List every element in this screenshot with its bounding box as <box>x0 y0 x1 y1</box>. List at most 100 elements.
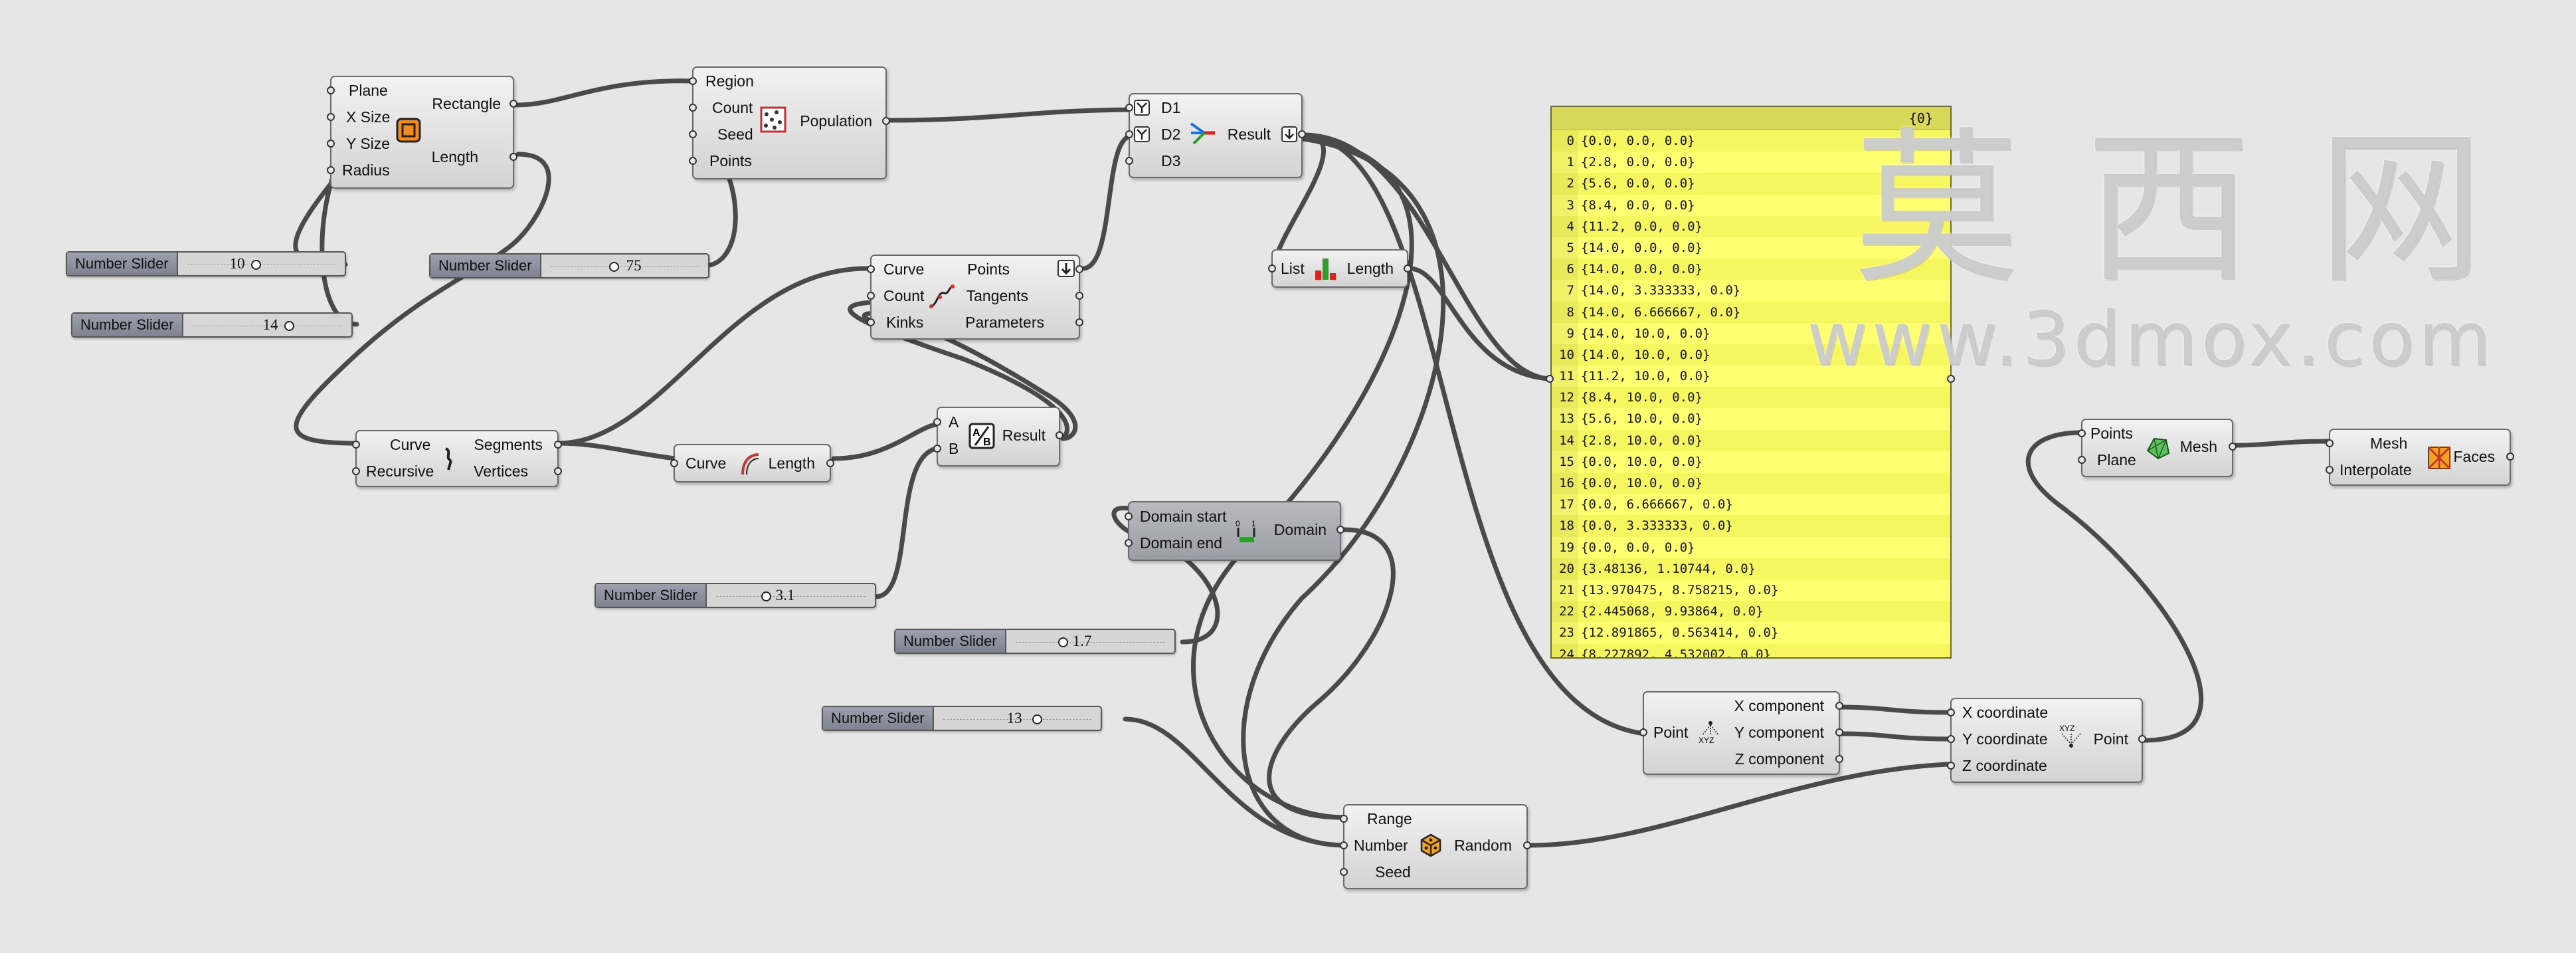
slider-track[interactable]: 1.7 <box>1006 630 1174 653</box>
output-segments[interactable]: Segments <box>474 436 543 453</box>
output-faces[interactable]: Faces <box>2453 448 2495 465</box>
input-grip[interactable] <box>933 418 941 426</box>
output-grip[interactable] <box>509 153 517 161</box>
input-region[interactable]: Region <box>705 72 754 90</box>
input-domain-end[interactable]: Domain end <box>1140 534 1222 552</box>
input-mesh[interactable]: Mesh <box>2370 435 2407 452</box>
input-grip[interactable] <box>1340 815 1348 823</box>
list-length-component[interactable]: List Length <box>1268 249 1412 288</box>
output-population[interactable]: Population <box>800 112 872 130</box>
input-grip[interactable] <box>1268 265 1276 272</box>
output-vertices[interactable]: Vertices <box>474 463 528 480</box>
populate-2d-component[interactable]: Region Count Seed Points Population <box>689 66 890 179</box>
output-grip[interactable] <box>2138 735 2146 743</box>
input-curve[interactable]: Curve <box>390 436 430 453</box>
output-grip[interactable] <box>1298 130 1306 138</box>
input-kinks[interactable]: Kinks <box>886 314 923 331</box>
slider-knob[interactable] <box>608 262 619 272</box>
slider-knob[interactable] <box>284 321 294 331</box>
construct-point-component[interactable]: X coordinate Y coordinate Z coordinate P… <box>1947 698 2146 783</box>
output-grip[interactable] <box>882 117 890 125</box>
panel-output-grip[interactable] <box>1947 375 1955 383</box>
output-parameters[interactable]: Parameters <box>965 314 1044 331</box>
face-boundaries-component[interactable]: Mesh Interpolate Faces <box>2326 429 2514 486</box>
slider-knob[interactable] <box>1058 637 1068 647</box>
output-grip[interactable] <box>1075 292 1083 300</box>
input-seed[interactable]: Seed <box>717 126 753 143</box>
delaunay-mesh-component[interactable]: Points Plane Mesh <box>2078 419 2237 477</box>
input-grip[interactable] <box>1947 762 1955 770</box>
input-d1[interactable]: D1 <box>1161 99 1180 116</box>
input-interpolate[interactable]: Interpolate <box>2340 461 2412 478</box>
output-result[interactable]: Result <box>1002 427 1046 444</box>
input-grip[interactable] <box>689 157 697 165</box>
input-x-size[interactable]: X Size <box>346 108 390 126</box>
input-plane[interactable]: Plane <box>2097 451 2136 469</box>
input-recursive[interactable]: Recursive <box>366 463 434 480</box>
input-grip[interactable] <box>1639 728 1647 736</box>
input-grip[interactable] <box>689 77 697 85</box>
slider-track[interactable]: 3.1 <box>707 584 875 607</box>
output-points[interactable]: Points <box>967 261 1010 278</box>
number-slider[interactable]: Number Slider 14 <box>71 312 353 338</box>
input-grip[interactable] <box>2078 456 2086 464</box>
output-domain[interactable]: Domain <box>1274 521 1327 538</box>
input-grip[interactable] <box>1125 130 1133 138</box>
output-x-component[interactable]: X component <box>1734 697 1824 714</box>
input-radius[interactable]: Radius <box>342 161 390 179</box>
input-grip[interactable] <box>352 441 360 449</box>
divide-curve-component[interactable]: Curve Count Kinks Points Tangents Parame… <box>867 255 1083 340</box>
output-grip[interactable] <box>2229 443 2237 451</box>
input-grip[interactable] <box>1125 104 1133 112</box>
input-grip[interactable] <box>327 113 335 121</box>
input-d2[interactable]: D2 <box>1161 126 1180 143</box>
output-tangents[interactable]: Tangents <box>966 287 1028 304</box>
panel-input-grip[interactable] <box>1546 375 1554 383</box>
input-grip[interactable] <box>867 265 875 273</box>
input-a[interactable]: A <box>949 413 959 431</box>
input-grip[interactable] <box>689 104 697 112</box>
input-d3[interactable]: D3 <box>1161 152 1180 169</box>
output-mesh[interactable]: Mesh <box>2180 438 2217 455</box>
slider-knob[interactable] <box>250 260 261 270</box>
slider-knob[interactable] <box>1032 714 1042 724</box>
output-grip[interactable] <box>1404 265 1412 272</box>
slider-knob[interactable] <box>761 591 771 601</box>
slider-track[interactable]: 10 <box>178 253 345 275</box>
slider-track[interactable]: 13 <box>934 707 1101 730</box>
construct-domain-component[interactable]: Domain start Domain end Domain 0 1 <box>1125 501 1344 561</box>
input-z-coordinate[interactable]: Z coordinate <box>1962 757 2047 774</box>
input-list[interactable]: List <box>1281 260 1305 277</box>
input-x-coordinate[interactable]: X coordinate <box>1962 704 2048 721</box>
input-count[interactable]: Count <box>712 99 753 116</box>
input-grip[interactable] <box>2326 439 2334 447</box>
slider-track[interactable]: 75 <box>541 255 708 277</box>
output-point[interactable]: Point <box>2094 730 2128 748</box>
slider-track[interactable]: 14 <box>183 314 351 336</box>
input-grip[interactable] <box>327 140 335 148</box>
input-number[interactable]: Number <box>1354 837 1408 854</box>
output-grip[interactable] <box>1523 841 1531 849</box>
input-grip[interactable] <box>1125 512 1133 520</box>
input-grip[interactable] <box>689 130 697 138</box>
output-grip[interactable] <box>2506 453 2514 461</box>
output-grip[interactable] <box>1835 755 1843 763</box>
input-grip[interactable] <box>327 166 335 174</box>
input-grip[interactable] <box>1125 157 1133 165</box>
output-grip[interactable] <box>554 441 562 449</box>
input-grip[interactable] <box>670 459 678 467</box>
input-grip[interactable] <box>933 445 941 453</box>
input-grip[interactable] <box>2078 429 2086 437</box>
output-random[interactable]: Random <box>1454 837 1512 854</box>
input-domain-start[interactable]: Domain start <box>1140 508 1226 525</box>
output-grip[interactable] <box>1075 318 1083 326</box>
merge-component[interactable]: D1 D2 D3 Result <box>1125 93 1306 178</box>
number-slider[interactable]: Number Slider 13 <box>822 706 1102 731</box>
input-curve[interactable]: Curve <box>883 261 924 278</box>
input-plane[interactable]: Plane <box>349 82 388 99</box>
input-grip[interactable] <box>1340 841 1348 849</box>
output-grip[interactable] <box>554 467 562 475</box>
input-grip[interactable] <box>352 467 360 475</box>
output-z-component[interactable]: Z component <box>1735 750 1824 768</box>
output-length[interactable]: Length <box>432 148 478 165</box>
